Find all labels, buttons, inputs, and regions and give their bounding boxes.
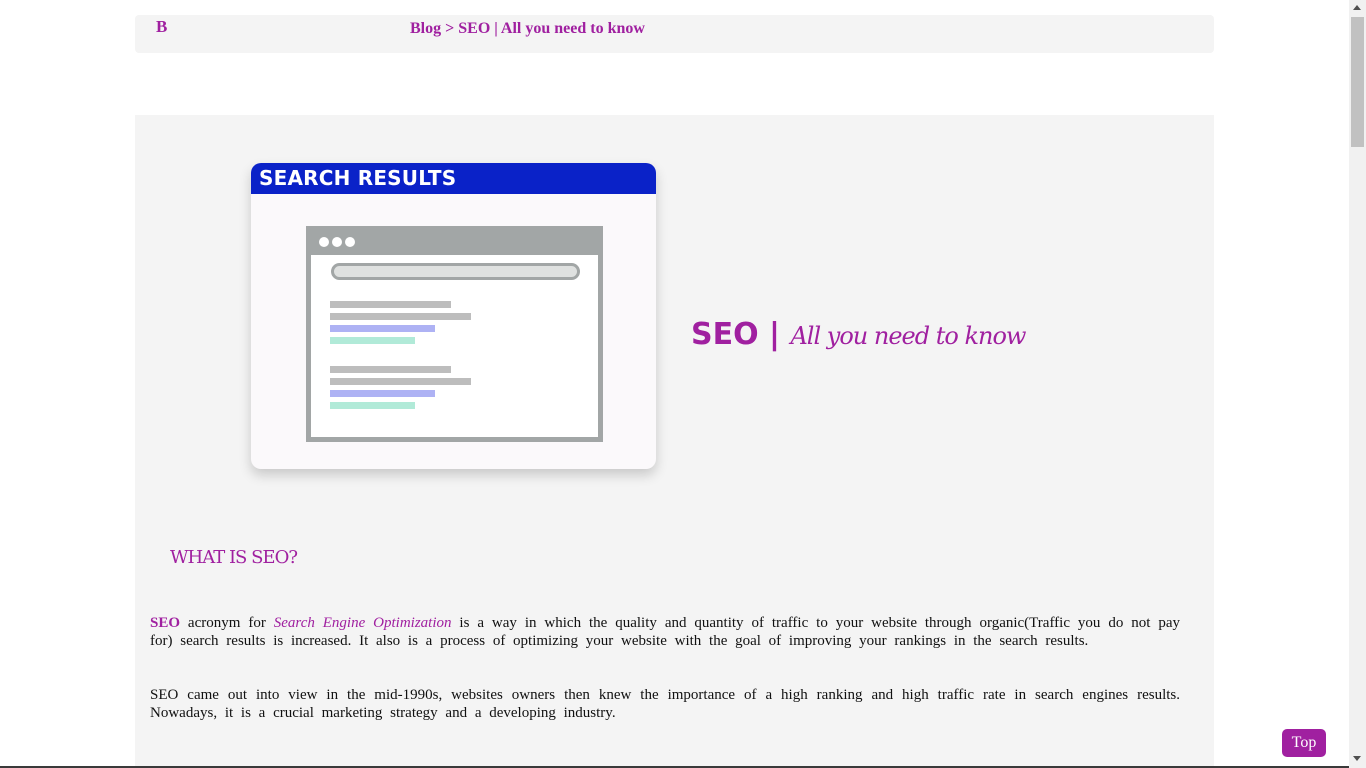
- top-navbar: B Blog > SEO | All you need to know: [135, 15, 1214, 53]
- result-link-line: [330, 325, 435, 332]
- article-title-main: SEO |: [691, 317, 791, 352]
- article-title-sub: All you need to know: [790, 322, 1026, 350]
- search-results-heading: SEARCH RESULTS: [251, 163, 656, 194]
- paragraph-history: SEO came out into view in the mid-1990s,…: [150, 687, 1180, 721]
- breadcrumb-current: SEO | All you need to know: [458, 20, 645, 37]
- seo-term: SEO: [150, 615, 181, 631]
- scroll-down-icon[interactable]: [1353, 756, 1361, 761]
- seo-expansion: Search Engine Optimization: [273, 615, 452, 631]
- browser-titlebar: [311, 231, 598, 255]
- hero-image-card: SEARCH RESULTS: [251, 163, 656, 469]
- breadcrumb: Blog > SEO | All you need to know: [410, 20, 645, 38]
- result-url-line: [330, 337, 415, 344]
- article-panel: SEARCH RESULTS SEO | All you need to kno…: [135, 115, 1214, 768]
- breadcrumb-separator: >: [441, 20, 459, 37]
- site-logo[interactable]: B: [156, 17, 167, 37]
- address-bar-illustration: [331, 263, 580, 280]
- section-heading: WHAT IS SEO?: [170, 547, 298, 568]
- scrollbar-thumb[interactable]: [1351, 17, 1364, 147]
- window-dot-icon: [332, 237, 342, 247]
- result-link-line: [330, 390, 435, 397]
- vertical-scrollbar[interactable]: [1349, 0, 1366, 768]
- browser-window-illustration: [306, 226, 603, 442]
- paragraph-definition: SEO acronym for Search Engine Optimizati…: [150, 614, 1180, 650]
- page: B Blog > SEO | All you need to know SEAR…: [0, 0, 1349, 768]
- result-line: [330, 301, 451, 308]
- result-line: [330, 378, 471, 385]
- result-url-line: [330, 402, 415, 409]
- scroll-up-icon[interactable]: [1353, 5, 1361, 10]
- para-text: acronym for: [180, 615, 274, 631]
- result-line: [330, 313, 471, 320]
- result-line: [330, 366, 451, 373]
- window-dot-icon: [345, 237, 355, 247]
- window-dot-icon: [319, 237, 329, 247]
- back-to-top-button[interactable]: Top: [1282, 729, 1326, 757]
- breadcrumb-blog-link[interactable]: Blog: [410, 20, 441, 37]
- article-title: SEO | All you need to know: [691, 317, 1026, 352]
